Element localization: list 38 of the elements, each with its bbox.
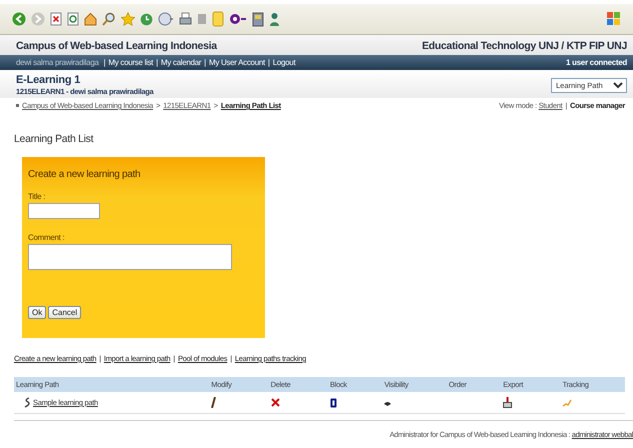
history-icon[interactable] [140,12,153,26]
print-icon[interactable] [179,12,192,26]
nav-link[interactable]: My course list [108,58,154,67]
search-icon[interactable] [102,12,116,26]
messenger-figure-icon[interactable] [269,12,280,26]
separator: | [104,58,106,67]
path-icon [24,397,30,408]
form-button[interactable]: Ok [28,306,46,319]
nav-link[interactable]: My User Account [208,58,265,67]
nav-link[interactable]: My calendar [160,58,202,67]
delete-icon[interactable] [270,398,280,407]
pencil-icon[interactable] [211,397,216,408]
page-title: Learning Path List [13,132,94,145]
organization-name: Educational Technology UNJ / KTP FIP UNJ [422,40,627,52]
field-label: Comment : [28,233,66,242]
windows-logo-icon [607,11,621,27]
export-icon[interactable] [503,397,512,408]
eye-icon[interactable] [384,400,392,406]
form-title: Create a new learning path [28,169,142,180]
stop-icon[interactable] [50,12,62,26]
bullet-icon [16,104,19,107]
nav-link[interactable]: Logout [272,58,296,67]
field-label: Title : [28,192,46,201]
form-button[interactable]: Cancel [48,306,82,319]
title-field[interactable] [28,203,100,219]
back-icon[interactable] [12,12,26,26]
home-icon[interactable] [84,12,97,26]
refresh-icon[interactable] [67,12,79,26]
comment-field[interactable] [28,244,232,270]
users-connected: 1 user connected [566,58,627,67]
separator: | [156,58,158,67]
block-icon[interactable] [330,398,338,408]
separator: | [268,58,270,67]
site-title: Campus of Web-based Learning Indonesia [16,40,217,52]
separator: | [204,58,206,67]
user-name: dewi salma prawiradilaga [16,58,99,67]
star-icon[interactable] [121,12,135,26]
course-title: E-Learning 1 [16,74,82,86]
